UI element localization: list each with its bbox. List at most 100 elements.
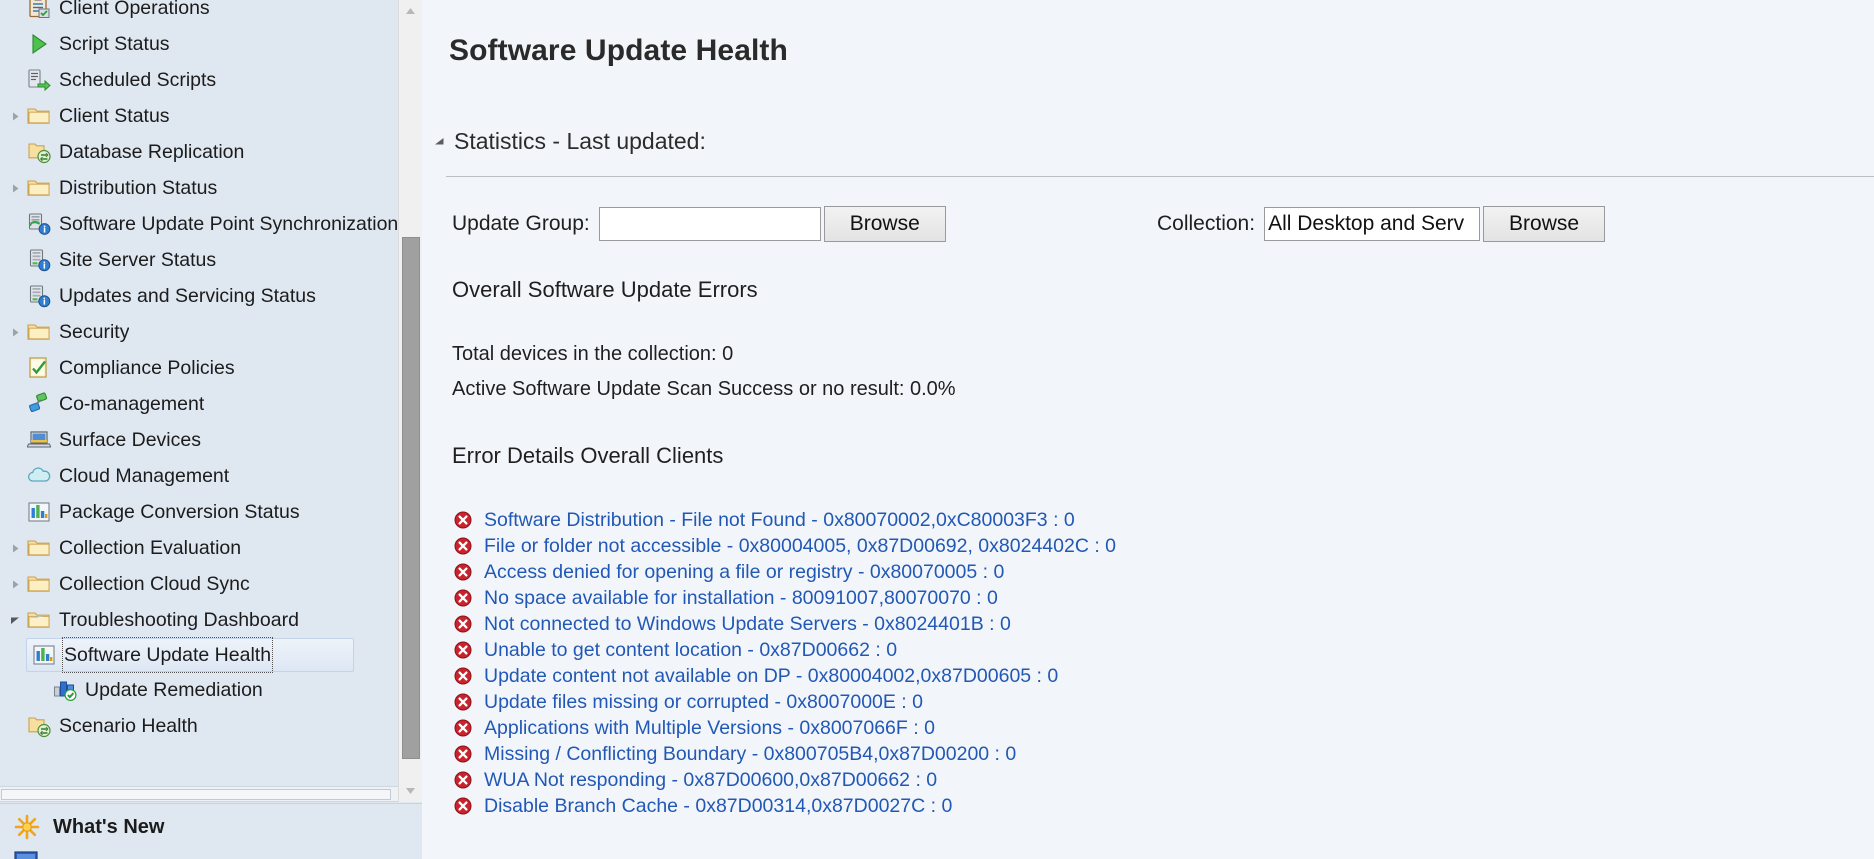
client-operations-icon bbox=[26, 0, 52, 21]
sidebar-item-label: Collection Cloud Sync bbox=[59, 573, 250, 595]
sidebar-item-label: Cloud Management bbox=[59, 465, 230, 487]
triangle-collapse-icon[interactable] bbox=[430, 137, 448, 146]
chevron-right-icon[interactable] bbox=[4, 530, 26, 566]
cloud-icon bbox=[26, 463, 52, 489]
sidebar-item-label: Client Operations bbox=[59, 0, 210, 19]
error-list-item[interactable]: Unable to get content location - 0x87D00… bbox=[452, 637, 1652, 663]
error-details-heading: Error Details Overall Clients bbox=[452, 443, 724, 468]
scroll-up-arrow-icon[interactable] bbox=[399, 0, 422, 22]
error-circle-icon bbox=[452, 509, 474, 531]
sidebar-item-site-server-status[interactable]: Site Server Status bbox=[0, 242, 400, 278]
error-list-item[interactable]: Update files missing or corrupted - 0x80… bbox=[452, 689, 1652, 715]
update-remediation-icon bbox=[52, 677, 78, 703]
folder-icon bbox=[26, 571, 52, 597]
update-group-browse-button[interactable]: Browse bbox=[823, 206, 946, 242]
sidebar-item-package-conversion-status[interactable]: Package Conversion Status bbox=[0, 494, 400, 530]
error-circle-icon bbox=[452, 613, 474, 635]
error-link[interactable]: File or folder not accessible - 0x800040… bbox=[484, 535, 1116, 558]
co-management-icon bbox=[26, 391, 52, 417]
sidebar-item-cloud-management[interactable]: Cloud Management bbox=[0, 458, 400, 494]
sidebar-item-security[interactable]: Security bbox=[0, 314, 400, 350]
error-list-item[interactable]: File or folder not accessible - 0x800040… bbox=[452, 533, 1652, 559]
sidebar-item-scheduled-scripts[interactable]: Scheduled Scripts bbox=[0, 62, 400, 98]
error-link[interactable]: Software Distribution - File not Found -… bbox=[484, 509, 1075, 532]
chevron-right-icon[interactable] bbox=[4, 98, 26, 134]
sidebar-horizontal-scrollbar[interactable] bbox=[0, 786, 398, 802]
sidebar-item-database-replication[interactable]: Database Replication bbox=[0, 134, 400, 170]
sidebar-hscroll-thumb[interactable] bbox=[1, 789, 391, 800]
sidebar-vertical-scrollbar[interactable] bbox=[398, 0, 422, 802]
error-link[interactable]: Disable Branch Cache - 0x87D00314,0x87D0… bbox=[484, 795, 952, 818]
error-link[interactable]: WUA Not responding - 0x87D00600,0x87D006… bbox=[484, 769, 937, 792]
statistics-section-header[interactable]: Statistics - Last updated: bbox=[430, 128, 706, 155]
filter-form-row: Update Group: Browse Collection: Browse bbox=[422, 205, 1868, 245]
error-circle-icon bbox=[452, 587, 474, 609]
sidebar-item-whats-new[interactable]: What's New bbox=[0, 804, 422, 850]
error-link[interactable]: No space available for installation - 80… bbox=[484, 587, 998, 610]
sidebar-item-label: Compliance Policies bbox=[59, 357, 235, 379]
update-group-input[interactable] bbox=[598, 207, 821, 241]
collection-field-group: Collection: Browse bbox=[1157, 205, 1606, 243]
error-list-item[interactable]: Disable Branch Cache - 0x87D00314,0x87D0… bbox=[452, 793, 1652, 819]
error-link[interactable]: Not connected to Windows Update Servers … bbox=[484, 613, 1011, 636]
collection-label: Collection: bbox=[1157, 212, 1256, 235]
error-link[interactable]: Applications with Multiple Versions - 0x… bbox=[484, 717, 935, 740]
scheduled-scripts-icon bbox=[26, 67, 52, 93]
error-link[interactable]: Update content not available on DP - 0x8… bbox=[484, 665, 1058, 688]
sidebar-item-scenario-health[interactable]: Scenario Health bbox=[0, 708, 400, 744]
sidebar-item-collection-cloud-sync[interactable]: Collection Cloud Sync bbox=[0, 566, 400, 602]
collection-browse-button[interactable]: Browse bbox=[1483, 206, 1606, 242]
error-circle-icon bbox=[452, 769, 474, 791]
sidebar-item-compliance-policies[interactable]: Compliance Policies bbox=[0, 350, 400, 386]
error-link[interactable]: Update files missing or corrupted - 0x80… bbox=[484, 691, 923, 714]
error-list-item[interactable]: Software Distribution - File not Found -… bbox=[452, 507, 1652, 533]
navigation-tree[interactable]: Client Operations Script Status Scheduled … bbox=[0, 0, 422, 785]
stat-scan-success: Active Software Update Scan Success or n… bbox=[452, 378, 956, 400]
sidebar-item-script-status[interactable]: Script Status bbox=[0, 26, 400, 62]
sidebar-item-monitoring[interactable] bbox=[0, 850, 422, 859]
bar-chart-icon bbox=[31, 642, 57, 668]
error-list-item[interactable]: Applications with Multiple Versions - 0x… bbox=[452, 715, 1652, 741]
sidebar-item-client-status[interactable]: Client Status bbox=[0, 98, 400, 134]
sidebar-item-client-operations[interactable]: Client Operations bbox=[0, 0, 400, 26]
sidebar-item-label: Security bbox=[59, 321, 130, 343]
sidebar-item-updates-and-servicing-status[interactable]: Updates and Servicing Status bbox=[0, 278, 400, 314]
chevron-right-icon[interactable] bbox=[4, 566, 26, 602]
error-link[interactable]: Missing / Conflicting Boundary - 0x80070… bbox=[484, 743, 1016, 766]
chevron-right-icon[interactable] bbox=[4, 314, 26, 350]
error-list-item[interactable]: Update content not available on DP - 0x8… bbox=[452, 663, 1652, 689]
error-list-item[interactable]: WUA Not responding - 0x87D00600,0x87D006… bbox=[452, 767, 1652, 793]
sidebar-item-co-management[interactable]: Co-management bbox=[0, 386, 400, 422]
sidebar-item-collection-evaluation[interactable]: Collection Evaluation bbox=[0, 530, 400, 566]
sunburst-icon bbox=[12, 813, 42, 841]
sidebar-item-update-remediation[interactable]: Update Remediation bbox=[0, 672, 400, 708]
error-circle-icon bbox=[452, 743, 474, 765]
error-link[interactable]: Unable to get content location - 0x87D00… bbox=[484, 639, 897, 662]
section-divider bbox=[446, 176, 1874, 177]
error-list-item[interactable]: Access denied for opening a file or regi… bbox=[452, 559, 1652, 585]
collection-input[interactable] bbox=[1264, 207, 1481, 241]
sidebar-item-distribution-status[interactable]: Distribution Status bbox=[0, 170, 400, 206]
sidebar-scrollbar-thumb[interactable] bbox=[402, 237, 420, 759]
folder-icon bbox=[26, 535, 52, 561]
chevron-right-icon[interactable] bbox=[4, 170, 26, 206]
error-link[interactable]: Access denied for opening a file or regi… bbox=[484, 561, 1004, 584]
sidebar-item-label: Script Status bbox=[59, 33, 170, 55]
scroll-down-arrow-icon[interactable] bbox=[399, 780, 422, 802]
error-list-item[interactable]: Not connected to Windows Update Servers … bbox=[452, 611, 1652, 637]
stat-total-devices: Total devices in the collection: 0 bbox=[452, 343, 734, 365]
chevron-down-icon[interactable] bbox=[4, 602, 26, 638]
sidebar-item-label: Troubleshooting Dashboard bbox=[59, 609, 299, 631]
error-list-item[interactable]: Missing / Conflicting Boundary - 0x80070… bbox=[452, 741, 1652, 767]
sidebar-item-software-update-health[interactable]: Software Update Health bbox=[26, 637, 354, 673]
sidebar-item-surface-devices[interactable]: Surface Devices bbox=[0, 422, 400, 458]
sidebar-item-label: Package Conversion Status bbox=[59, 501, 300, 523]
sidebar-item-label: Database Replication bbox=[59, 141, 245, 163]
sidebar-item-troubleshooting-dashboard[interactable]: Troubleshooting Dashboard bbox=[0, 602, 400, 638]
sync-status-icon bbox=[26, 211, 52, 237]
folder-icon bbox=[26, 103, 52, 129]
sidebar-item-software-update-point-synchronization-sta[interactable]: Software Update Point Synchronization St… bbox=[0, 206, 400, 242]
error-list-item[interactable]: No space available for installation - 80… bbox=[452, 585, 1652, 611]
